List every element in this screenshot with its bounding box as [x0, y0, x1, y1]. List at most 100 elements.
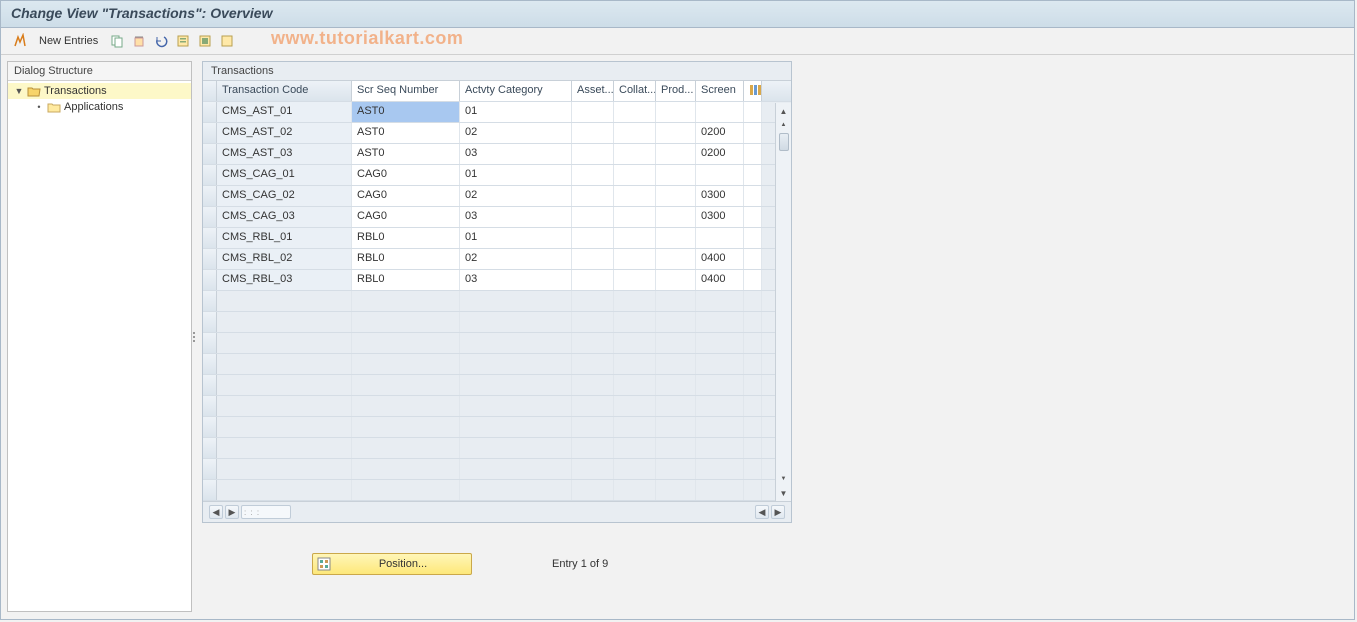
cell-seq[interactable]: RBL0 — [352, 228, 460, 248]
tree-item-transactions[interactable]: ▼ Transactions — [8, 83, 191, 99]
cell-collat[interactable] — [614, 123, 656, 143]
cell-prod[interactable] — [656, 396, 696, 416]
row-handle[interactable] — [203, 207, 217, 227]
table-row[interactable]: CMS_RBL_02RBL0020400 — [203, 249, 791, 270]
cell-asset[interactable] — [572, 102, 614, 122]
scroll-up-icon[interactable]: ▲ — [778, 105, 790, 117]
new-entries-button[interactable]: New Entries — [33, 33, 104, 49]
table-row[interactable]: CMS_RBL_03RBL0030400 — [203, 270, 791, 291]
column-header-prod[interactable]: Prod... — [656, 81, 696, 101]
column-header-txcode[interactable]: Transaction Code — [217, 81, 352, 101]
row-handle[interactable] — [203, 438, 217, 458]
cell-act[interactable]: 03 — [460, 207, 572, 227]
row-handle[interactable] — [203, 186, 217, 206]
cell-txcode[interactable] — [217, 333, 352, 353]
cell-prod[interactable] — [656, 375, 696, 395]
cell-act[interactable]: 02 — [460, 249, 572, 269]
cell-screen[interactable] — [696, 480, 744, 500]
row-handle[interactable] — [203, 333, 217, 353]
table-row-empty[interactable] — [203, 396, 791, 417]
cell-asset[interactable] — [572, 207, 614, 227]
cell-seq[interactable]: AST0 — [352, 102, 460, 122]
cell-screen[interactable] — [696, 228, 744, 248]
cell-screen[interactable] — [696, 375, 744, 395]
cell-collat[interactable] — [614, 270, 656, 290]
cell-asset[interactable] — [572, 396, 614, 416]
cell-collat[interactable] — [614, 417, 656, 437]
cell-collat[interactable] — [614, 375, 656, 395]
cell-screen[interactable]: 0400 — [696, 270, 744, 290]
table-row[interactable]: CMS_CAG_03CAG0030300 — [203, 207, 791, 228]
cell-txcode[interactable] — [217, 459, 352, 479]
cell-txcode[interactable]: CMS_RBL_02 — [217, 249, 352, 269]
cell-act[interactable] — [460, 480, 572, 500]
table-row-empty[interactable] — [203, 480, 791, 501]
row-handle[interactable] — [203, 102, 217, 122]
cell-act[interactable]: 03 — [460, 270, 572, 290]
row-handle[interactable] — [203, 396, 217, 416]
cell-prod[interactable] — [656, 102, 696, 122]
scroll-line-up-icon[interactable]: ▲ — [778, 119, 790, 131]
cell-collat[interactable] — [614, 249, 656, 269]
cell-txcode[interactable]: CMS_CAG_03 — [217, 207, 352, 227]
cell-prod[interactable] — [656, 333, 696, 353]
column-header-act[interactable]: Actvty Category — [460, 81, 572, 101]
table-row[interactable]: CMS_AST_03AST0030200 — [203, 144, 791, 165]
cell-seq[interactable] — [352, 480, 460, 500]
cell-seq[interactable] — [352, 438, 460, 458]
column-header-collat[interactable]: Collat... — [614, 81, 656, 101]
deselect-all-icon[interactable] — [218, 32, 236, 50]
cell-seq[interactable]: CAG0 — [352, 165, 460, 185]
cell-asset[interactable] — [572, 291, 614, 311]
table-row-empty[interactable] — [203, 417, 791, 438]
cell-asset[interactable] — [572, 270, 614, 290]
cell-prod[interactable] — [656, 354, 696, 374]
copy-icon[interactable] — [108, 32, 126, 50]
cell-prod[interactable] — [656, 228, 696, 248]
scroll-right-icon[interactable]: ▶ — [225, 505, 239, 519]
cell-asset[interactable] — [572, 312, 614, 332]
cell-seq[interactable] — [352, 333, 460, 353]
cell-act[interactable]: 01 — [460, 165, 572, 185]
cell-collat[interactable] — [614, 396, 656, 416]
row-handle[interactable] — [203, 375, 217, 395]
column-header-asset[interactable]: Asset... — [572, 81, 614, 101]
tree-toggle-icon[interactable]: ▼ — [14, 86, 24, 96]
cell-prod[interactable] — [656, 270, 696, 290]
cell-seq[interactable] — [352, 291, 460, 311]
select-all-icon[interactable] — [174, 32, 192, 50]
row-handle[interactable] — [203, 417, 217, 437]
cell-screen[interactable] — [696, 354, 744, 374]
cell-txcode[interactable] — [217, 417, 352, 437]
table-row[interactable]: CMS_CAG_01CAG001 — [203, 165, 791, 186]
cell-txcode[interactable]: CMS_CAG_01 — [217, 165, 352, 185]
cell-collat[interactable] — [614, 480, 656, 500]
cell-asset[interactable] — [572, 417, 614, 437]
scroll-down-icon[interactable]: ▼ — [778, 487, 790, 499]
cell-prod[interactable] — [656, 123, 696, 143]
table-row-empty[interactable] — [203, 438, 791, 459]
table-row-empty[interactable] — [203, 291, 791, 312]
cell-asset[interactable] — [572, 123, 614, 143]
cell-act[interactable] — [460, 396, 572, 416]
cell-act[interactable] — [460, 312, 572, 332]
cell-screen[interactable]: 0300 — [696, 207, 744, 227]
scroll-track[interactable]: : : : — [241, 505, 291, 519]
vertical-scrollbar[interactable]: ▲ ▲ ▼ ▼ — [775, 103, 791, 501]
cell-screen[interactable] — [696, 102, 744, 122]
scroll-thumb[interactable] — [779, 133, 789, 151]
cell-collat[interactable] — [614, 291, 656, 311]
cell-prod[interactable] — [656, 438, 696, 458]
cell-txcode[interactable]: CMS_AST_02 — [217, 123, 352, 143]
cell-txcode[interactable]: CMS_AST_03 — [217, 144, 352, 164]
cell-asset[interactable] — [572, 354, 614, 374]
cell-screen[interactable] — [696, 396, 744, 416]
cell-txcode[interactable] — [217, 375, 352, 395]
cell-txcode[interactable] — [217, 396, 352, 416]
column-header-screen[interactable]: Screen — [696, 81, 744, 101]
cell-collat[interactable] — [614, 165, 656, 185]
cell-asset[interactable] — [572, 228, 614, 248]
cell-collat[interactable] — [614, 207, 656, 227]
cell-prod[interactable] — [656, 480, 696, 500]
toggle-display-icon[interactable] — [11, 32, 29, 50]
